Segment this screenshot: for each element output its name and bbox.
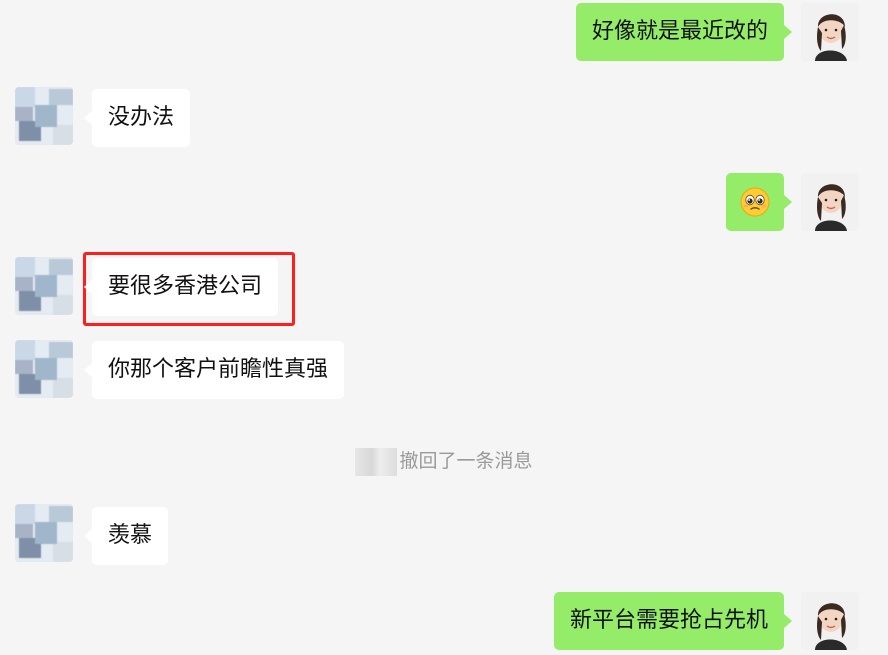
recall-notice: 撤回了一条消息 <box>0 446 888 476</box>
message-text: 新平台需要抢占先机 <box>569 608 768 633</box>
message-text: 没办法 <box>108 105 175 130</box>
avatar-self[interactable] <box>801 173 859 231</box>
message-bubble-contact[interactable]: 羡慕 <box>83 507 169 565</box>
avatar-contact[interactable] <box>15 340 73 398</box>
message-text: 你那个客户前瞻性真强 <box>108 357 329 382</box>
avatar-contact[interactable] <box>15 257 73 315</box>
message-text: 要很多香港公司 <box>108 274 263 299</box>
pleading-face-emoji-icon <box>740 187 770 217</box>
message-bubble-contact[interactable]: 要很多香港公司 <box>83 258 279 316</box>
message-bubble-own-emoji[interactable] <box>726 173 792 231</box>
message-text: 羡慕 <box>108 523 153 548</box>
user-portrait-icon <box>801 173 859 231</box>
avatar-contact[interactable] <box>15 87 73 145</box>
avatar-self[interactable] <box>801 3 859 61</box>
user-portrait-icon <box>801 3 859 61</box>
recall-text: 撤回了一条消息 <box>399 450 533 472</box>
message-text: 好像就是最近改的 <box>591 19 768 44</box>
message-bubble-own[interactable]: 好像就是最近改的 <box>575 3 793 61</box>
avatar-self[interactable] <box>801 592 859 650</box>
avatar-contact[interactable] <box>15 504 73 562</box>
message-bubble-contact[interactable]: 你那个客户前瞻性真强 <box>83 341 345 399</box>
message-bubble-own[interactable]: 新平台需要抢占先机 <box>553 592 793 650</box>
message-bubble-contact[interactable]: 没办法 <box>83 89 191 147</box>
user-portrait-icon <box>801 592 859 650</box>
blurred-sender-name <box>355 447 398 476</box>
